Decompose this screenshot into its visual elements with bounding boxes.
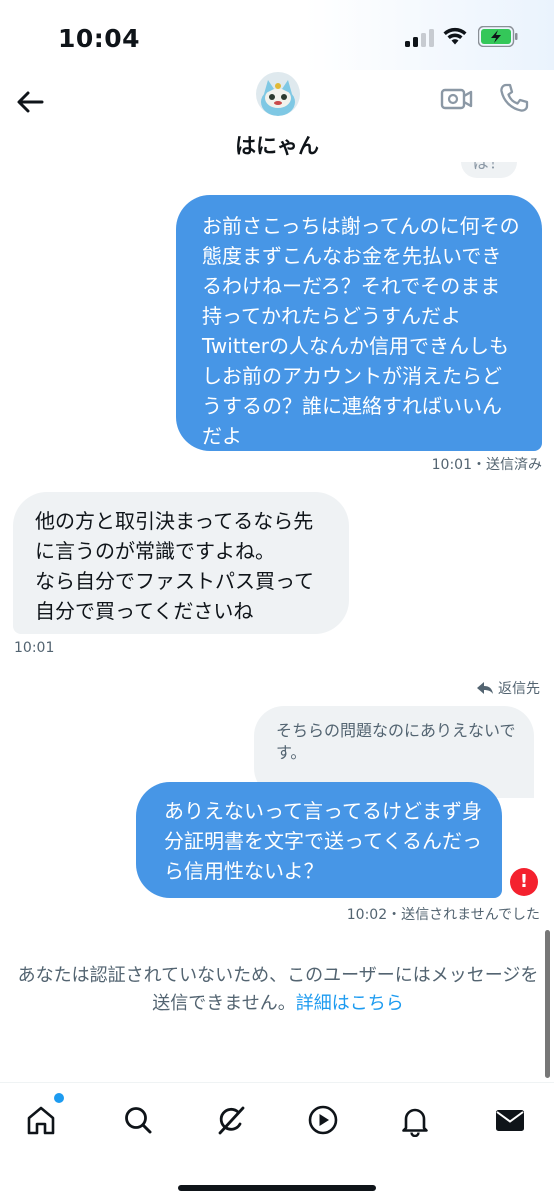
conversation-title: はにゃん [235,134,319,158]
status-bar: 10:04 [0,0,554,70]
message-status-failed: 10:02・送信されませんでした [346,907,540,923]
phone-call-icon[interactable] [498,82,530,114]
nav-video[interactable] [306,1103,340,1137]
previous-message-bubble[interactable]: ば！ [461,162,517,178]
notice-text: あなたは認証されていないため、このユーザーにはメッセージを送信できません。 [17,965,539,1014]
wifi-icon [443,27,467,45]
reply-indicator: 返信先 [476,678,540,698]
message-timestamp: 10:01 [14,640,55,656]
scrollbar[interactable] [545,930,550,1078]
video-call-icon[interactable] [440,84,474,114]
reply-arrow-icon [477,682,493,694]
nav-search[interactable] [121,1103,155,1137]
back-arrow-icon[interactable] [12,84,48,120]
message-timestamp: 10:01・送信済み [431,457,542,473]
reply-label-text: 返信先 [498,681,540,697]
bell-icon [402,1108,428,1138]
home-icon [27,1106,55,1135]
video-play-icon [308,1105,338,1135]
nav-notifications[interactable] [398,1103,432,1138]
avatar[interactable] [256,72,300,116]
home-indicator [178,1185,376,1191]
search-icon [125,1107,152,1134]
cannot-message-notice: あなたは認証されていないため、このユーザーにはメッセージを送信できません。詳細は… [16,962,540,1018]
mail-icon [496,1110,524,1131]
nav-grok[interactable] [214,1103,248,1137]
bottom-navigation [0,1082,554,1200]
home-notification-dot [54,1093,64,1103]
battery-charging-icon [478,26,518,47]
incoming-message-bubble[interactable]: 他の方と取引決まってるなら先に言うのが常識ですよね。 なら自分でファストパス買って… [13,492,349,634]
nav-home[interactable] [24,1103,58,1137]
incoming-message-text: 他の方と取引決まってるなら先に言うのが常識ですよね。 なら自分でファストパス買って… [35,509,314,623]
conversation-header: はにゃん [0,70,554,162]
outgoing-message-bubble[interactable]: ありえないって言ってるけどまず身分証明書を文字で送ってくるんだっら信用性ないよ？ [136,782,502,898]
outgoing-message-bubble[interactable]: お前さこっちは謝ってんのに何その態度まずこんなお金を先払いできるわけねーだろ？そ… [176,195,542,451]
send-error-icon[interactable]: ! [510,868,538,896]
nav-messages[interactable] [493,1103,527,1137]
cellular-signal-icon [405,29,435,47]
grok-icon [218,1106,245,1135]
message-list[interactable]: ば！ お前さこっちは謝ってんのに何その態度まずこんなお金を先払いできるわけねーだ… [0,162,554,942]
learn-more-link[interactable]: 詳細はこちら [296,993,404,1014]
status-time: 10:04 [58,24,141,53]
